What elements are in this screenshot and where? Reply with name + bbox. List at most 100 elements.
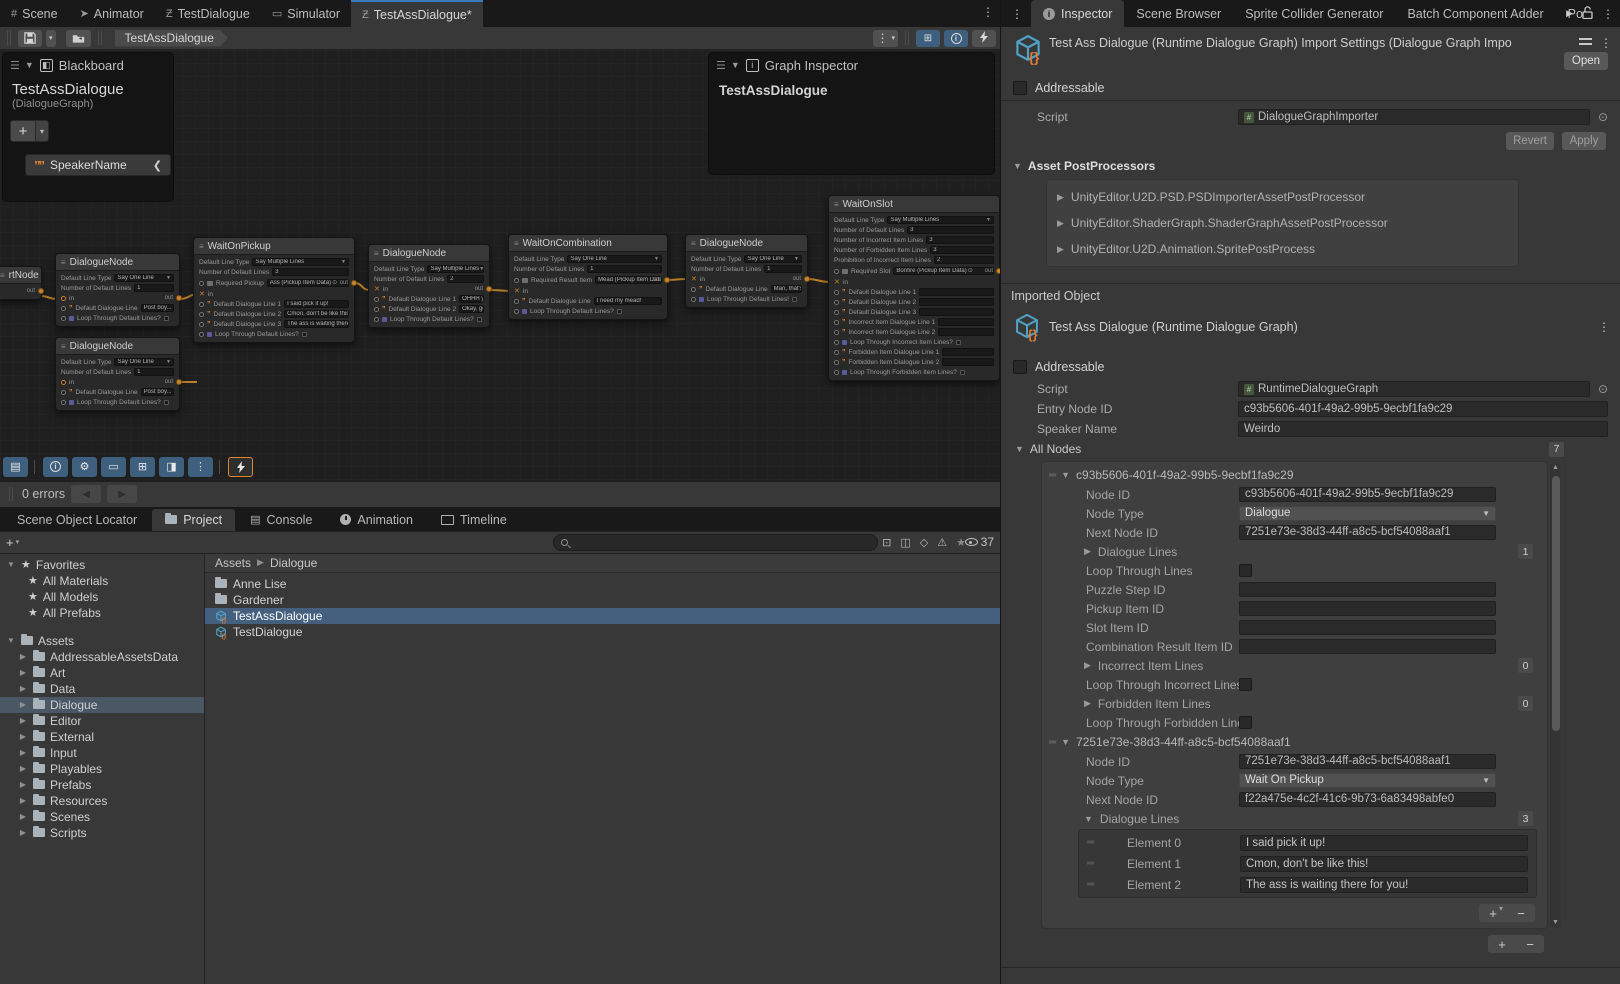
output-port[interactable] bbox=[176, 379, 182, 385]
input-port[interactable] bbox=[61, 296, 66, 301]
node-title-bar[interactable]: ≡DialogueNode bbox=[56, 338, 179, 355]
tree-item-scripts[interactable]: ▶Scripts bbox=[0, 825, 204, 841]
editor-tab-animator[interactable]: ➤Animator bbox=[69, 0, 155, 27]
element-value-field[interactable]: The ass is waiting there for you! bbox=[1240, 877, 1528, 893]
field-port[interactable] bbox=[61, 306, 66, 311]
foldout-arrow-icon[interactable]: ▶ bbox=[18, 796, 28, 805]
tree-item-editor[interactable]: ▶Editor bbox=[0, 713, 204, 729]
field-port[interactable] bbox=[834, 360, 839, 365]
panel-kebab-icon[interactable]: ⋮ bbox=[1011, 7, 1023, 21]
node-element-header[interactable]: ═▼c93b5606-401f-49a2-99b5-9ecbf1fa9c29 bbox=[1042, 465, 1547, 485]
field-port[interactable] bbox=[61, 390, 66, 395]
chevron-left-icon[interactable]: ❮ bbox=[153, 159, 162, 172]
object-picker-icon[interactable]: ⊙ bbox=[1598, 110, 1608, 124]
node-dropdown[interactable]: Say One Line▼ bbox=[114, 274, 174, 282]
blackboard-toggle-button[interactable]: ⊞ bbox=[916, 30, 940, 47]
node-text-field[interactable]: Okay, gonn... bbox=[459, 305, 484, 313]
addressable-checkbox[interactable] bbox=[1013, 360, 1027, 374]
graph-node-rtnode[interactable]: ≡rtNodeout bbox=[0, 266, 42, 300]
blackboard-button[interactable]: ⊞ bbox=[130, 457, 155, 477]
foldout-arrow-icon[interactable]: ▶ bbox=[18, 748, 28, 757]
field-port[interactable] bbox=[834, 370, 839, 375]
foldout-arrow-icon[interactable]: ▶ bbox=[18, 684, 28, 693]
node-dropdown[interactable]: Say One Line▼ bbox=[744, 255, 802, 263]
drag-handle-icon[interactable]: ═ bbox=[1049, 737, 1055, 748]
node-dropdown[interactable]: Say Multiple Lines▼ bbox=[252, 258, 349, 266]
node-number-field[interactable]: 2 bbox=[447, 275, 484, 283]
field-value[interactable] bbox=[1239, 601, 1496, 616]
field-port[interactable] bbox=[514, 278, 519, 283]
remove-element-button[interactable]: − bbox=[1507, 904, 1535, 922]
graph-node-dialoguenode[interactable]: ≡DialogueNodeDefault Line TypeSay One Li… bbox=[55, 253, 180, 327]
tree-item-input[interactable]: ▶Input bbox=[0, 745, 204, 761]
drag-handle[interactable] bbox=[9, 487, 13, 501]
node-title-bar[interactable]: ≡WaitOnSlot bbox=[829, 196, 999, 213]
drag-handle-icon[interactable]: ═ bbox=[1087, 879, 1093, 890]
wrench-button[interactable]: ⚙ bbox=[72, 457, 97, 477]
graph-options-button[interactable]: ⋮▾ bbox=[873, 30, 898, 47]
info-button[interactable]: i bbox=[43, 457, 68, 477]
tree-item-art[interactable]: ▶Art bbox=[0, 665, 204, 681]
blackboard-panel-header[interactable]: ☰ ▼ ◧ Blackboard bbox=[3, 53, 173, 77]
label-icon[interactable]: ◇ bbox=[920, 536, 928, 549]
foldout-arrow-icon[interactable]: ▶ bbox=[1084, 546, 1091, 557]
editor-tab-testassdialogue[interactable]: ƵTestAssDialogue* bbox=[351, 0, 483, 27]
checkbox[interactable] bbox=[1239, 678, 1252, 691]
node-title-bar[interactable]: ≡DialogueNode bbox=[56, 254, 179, 271]
field-port[interactable] bbox=[834, 269, 839, 274]
node-element-header[interactable]: ═▼7251e73e-38d3-44ff-a8c5-bcf54088aaf1 bbox=[1042, 732, 1547, 752]
save-dropdown-button[interactable]: ▾ bbox=[46, 30, 56, 47]
node-number-field[interactable]: 1 bbox=[587, 265, 662, 273]
blackboard-panel[interactable]: ☰ ▼ ◧ Blackboard TestAssDialogue (Dialog… bbox=[2, 52, 174, 202]
editor-tab-simulator[interactable]: ▭Simulator bbox=[261, 0, 351, 27]
field-port[interactable] bbox=[199, 322, 204, 327]
graph-node-waitonslot[interactable]: ≡WaitOnSlotDefault Line TypeSay Multiple… bbox=[828, 195, 1000, 381]
node-number-field[interactable]: 1 bbox=[764, 265, 802, 273]
tree-item-resources[interactable]: ▶Resources bbox=[0, 793, 204, 809]
foldout-arrow-icon[interactable]: ▶ bbox=[18, 780, 28, 789]
tree-item-data[interactable]: ▶Data bbox=[0, 681, 204, 697]
speaker-name-field[interactable]: Weirdo bbox=[1238, 421, 1608, 437]
checkbox[interactable] bbox=[1239, 564, 1252, 577]
node-text-field[interactable] bbox=[942, 348, 994, 356]
inspector-tab-batch-component-adder[interactable]: Batch Component Adder bbox=[1395, 0, 1555, 27]
foldout-arrow-icon[interactable]: ▼ bbox=[1015, 444, 1024, 454]
tree-item-addressableassetsdata[interactable]: ▶AddressableAssetsData bbox=[0, 649, 204, 665]
scrollbar-thumb[interactable] bbox=[1552, 476, 1560, 731]
node-number-field[interactable]: 3 bbox=[272, 268, 349, 276]
tabstrip-kebab-icon[interactable]: ⋮ bbox=[982, 5, 994, 19]
node-text-field[interactable]: I need my mead! bbox=[594, 297, 662, 305]
node-checkbox[interactable] bbox=[617, 309, 622, 314]
inspector-kebab-icon[interactable]: ⋮ bbox=[1602, 7, 1614, 21]
field-port[interactable] bbox=[834, 330, 839, 335]
input-port[interactable] bbox=[61, 380, 66, 385]
tree-item-scenes[interactable]: ▶Scenes bbox=[0, 809, 204, 825]
open-button[interactable]: Open bbox=[1564, 52, 1608, 70]
drag-handle-icon[interactable]: ☰ bbox=[10, 59, 19, 72]
foldout-arrow-icon[interactable]: ▶ bbox=[18, 700, 28, 709]
field-port[interactable] bbox=[691, 297, 696, 302]
blackboard-variable-speakername[interactable]: ”” SpeakerName ❮ bbox=[25, 154, 171, 176]
node-number-field[interactable]: 3 bbox=[926, 236, 994, 244]
field-value[interactable]: f22a475e-4c2f-41c6-9b73-6a83498abfe0 bbox=[1239, 792, 1496, 807]
tree-item-all-models[interactable]: ★All Models bbox=[0, 589, 204, 605]
node-checkbox[interactable] bbox=[164, 400, 169, 405]
field-port[interactable] bbox=[514, 309, 519, 314]
output-port[interactable] bbox=[664, 277, 670, 283]
foldout-arrow-icon[interactable]: ▶ bbox=[1084, 660, 1091, 671]
favorites-header[interactable]: ▼ ★ Favorites bbox=[0, 557, 204, 573]
inspector-tab-inspector[interactable]: iInspector bbox=[1031, 0, 1124, 27]
asset-item-testdialogue[interactable]: {}TestDialogue bbox=[205, 624, 1000, 640]
lightning-button[interactable] bbox=[228, 457, 253, 477]
node-number-field[interactable]: 2 bbox=[934, 256, 994, 264]
input-port-connected[interactable]: ✕ bbox=[834, 278, 840, 286]
dropdown-field[interactable]: Dialogue▼ bbox=[1239, 506, 1496, 521]
breadcrumb-root[interactable]: Assets bbox=[215, 556, 251, 570]
field-value[interactable] bbox=[1239, 620, 1496, 635]
node-dropdown[interactable]: Say One Line▼ bbox=[114, 358, 174, 366]
foldout-label[interactable]: ▼Dialogue Lines bbox=[1084, 812, 1179, 826]
add-node-button[interactable]: + bbox=[1488, 935, 1516, 953]
unlock-icon[interactable] bbox=[1582, 6, 1593, 22]
foldout-arrow-icon[interactable]: ▶ bbox=[1057, 218, 1064, 229]
bottom-tab-project[interactable]: Project bbox=[152, 509, 235, 531]
